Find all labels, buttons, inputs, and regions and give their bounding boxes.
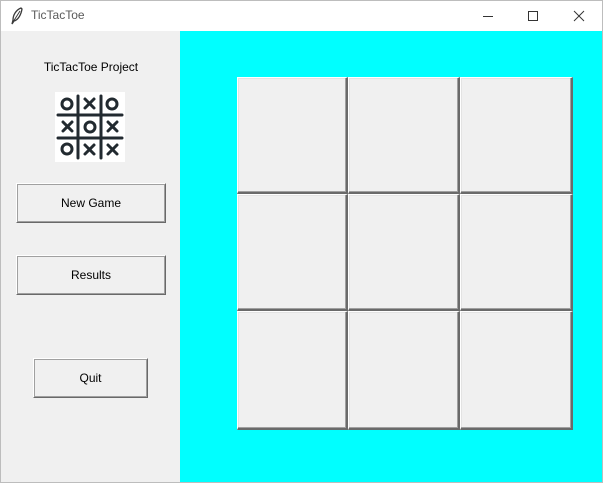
board-cell-5[interactable]: [348, 194, 460, 311]
minimize-button[interactable]: [465, 1, 511, 31]
new-game-button[interactable]: New Game: [16, 183, 166, 223]
minimize-icon: [483, 16, 493, 17]
quit-button[interactable]: Quit: [33, 358, 148, 398]
board-area: [180, 31, 602, 482]
maximize-icon: [528, 11, 538, 21]
board-cell-8[interactable]: [348, 311, 460, 430]
feather-icon: [11, 7, 23, 25]
close-button[interactable]: [556, 1, 602, 31]
project-label: TicTacToe Project: [43, 60, 139, 74]
app-window: TicTacToe TicTacToe Project New Game Res…: [0, 0, 603, 483]
game-board: [237, 77, 573, 430]
board-cell-2[interactable]: [348, 77, 460, 194]
tictactoe-logo-icon: [55, 92, 125, 162]
board-cell-3[interactable]: [460, 77, 573, 194]
sidebar: TicTacToe Project New Game Results Quit: [1, 31, 179, 482]
results-button[interactable]: Results: [16, 255, 166, 295]
board-cell-7[interactable]: [237, 311, 348, 430]
maximize-button[interactable]: [510, 1, 556, 31]
title-bar[interactable]: TicTacToe: [1, 1, 602, 31]
close-icon: [573, 10, 585, 22]
board-cell-6[interactable]: [460, 194, 573, 311]
board-cell-9[interactable]: [460, 311, 573, 430]
board-cell-4[interactable]: [237, 194, 348, 311]
board-cell-1[interactable]: [237, 77, 348, 194]
window-title: TicTacToe: [31, 8, 85, 22]
